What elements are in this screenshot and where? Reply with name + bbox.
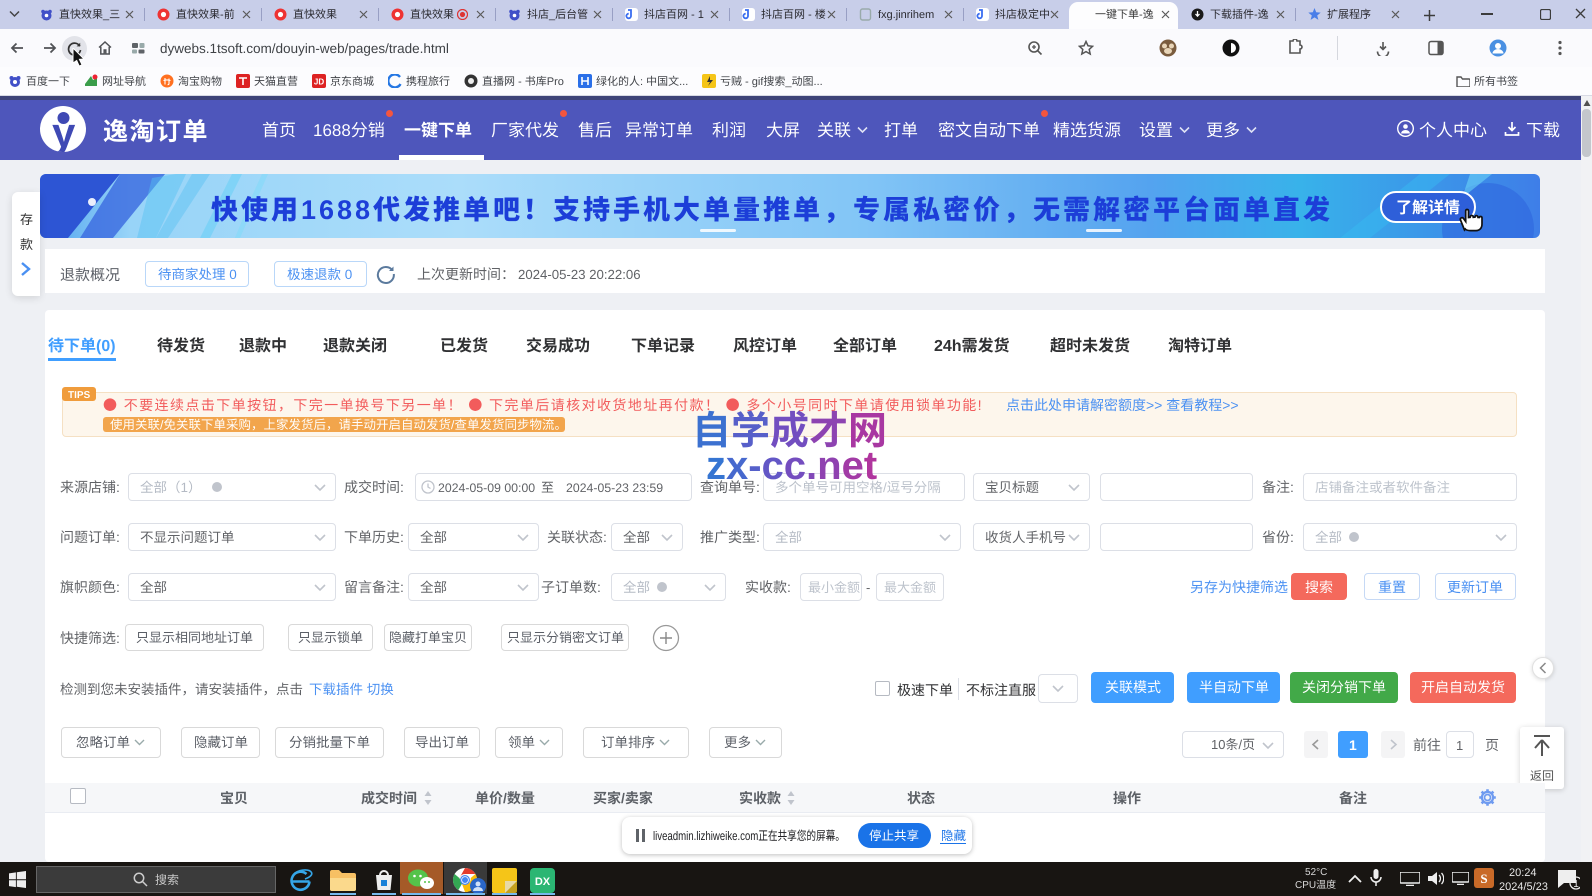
svg-text:JD: JD — [314, 78, 324, 87]
svg-text:DX: DX — [535, 876, 551, 888]
svg-text:1: 1 — [1573, 879, 1579, 890]
svg-text:S: S — [1480, 871, 1487, 886]
